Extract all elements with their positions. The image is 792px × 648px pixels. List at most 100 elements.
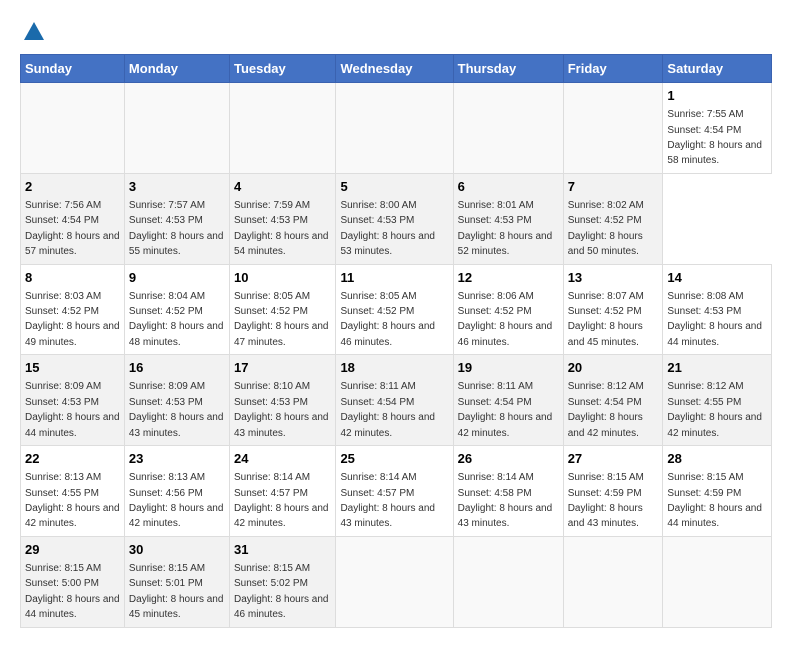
- logo: [20, 20, 46, 44]
- calendar-cell: 20 Sunrise: 8:12 AMSunset: 4:54 PMDaylig…: [563, 355, 663, 446]
- day-number: 23: [129, 450, 225, 468]
- day-number: 25: [340, 450, 448, 468]
- day-info: Sunrise: 8:13 AMSunset: 4:56 PMDaylight:…: [129, 472, 224, 529]
- col-wednesday: Wednesday: [336, 55, 453, 83]
- calendar-cell: 26 Sunrise: 8:14 AMSunset: 4:58 PMDaylig…: [453, 446, 563, 537]
- calendar-cell: [563, 536, 663, 627]
- header-row: Sunday Monday Tuesday Wednesday Thursday…: [21, 55, 772, 83]
- calendar-cell: 4 Sunrise: 7:59 AMSunset: 4:53 PMDayligh…: [229, 173, 335, 264]
- calendar-cell: 15 Sunrise: 8:09 AMSunset: 4:53 PMDaylig…: [21, 355, 125, 446]
- calendar-cell: 30 Sunrise: 8:15 AMSunset: 5:01 PMDaylig…: [124, 536, 229, 627]
- calendar-cell: 8 Sunrise: 8:03 AMSunset: 4:52 PMDayligh…: [21, 264, 125, 355]
- day-info: Sunrise: 8:14 AMSunset: 4:57 PMDaylight:…: [234, 472, 329, 529]
- calendar-week-6: 29 Sunrise: 8:15 AMSunset: 5:00 PMDaylig…: [21, 536, 772, 627]
- day-info: Sunrise: 8:13 AMSunset: 4:55 PMDaylight:…: [25, 472, 120, 529]
- day-number: 21: [667, 359, 767, 377]
- logo-icon: [22, 20, 46, 44]
- day-number: 1: [667, 87, 767, 105]
- day-info: Sunrise: 7:55 AMSunset: 4:54 PMDaylight:…: [667, 109, 762, 166]
- day-info: Sunrise: 8:07 AMSunset: 4:52 PMDaylight:…: [568, 291, 644, 348]
- day-number: 27: [568, 450, 659, 468]
- calendar-cell: [563, 83, 663, 174]
- day-number: 9: [129, 269, 225, 287]
- calendar-cell: 17 Sunrise: 8:10 AMSunset: 4:53 PMDaylig…: [229, 355, 335, 446]
- calendar-cell: 3 Sunrise: 7:57 AMSunset: 4:53 PMDayligh…: [124, 173, 229, 264]
- calendar-cell: [453, 536, 563, 627]
- calendar-cell: 9 Sunrise: 8:04 AMSunset: 4:52 PMDayligh…: [124, 264, 229, 355]
- calendar-cell: 22 Sunrise: 8:13 AMSunset: 4:55 PMDaylig…: [21, 446, 125, 537]
- col-monday: Monday: [124, 55, 229, 83]
- calendar-cell: [229, 83, 335, 174]
- day-number: 5: [340, 178, 448, 196]
- page-header: [20, 20, 772, 44]
- day-number: 3: [129, 178, 225, 196]
- day-info: Sunrise: 8:05 AMSunset: 4:52 PMDaylight:…: [340, 291, 435, 348]
- calendar-cell: 5 Sunrise: 8:00 AMSunset: 4:53 PMDayligh…: [336, 173, 453, 264]
- calendar-cell: 29 Sunrise: 8:15 AMSunset: 5:00 PMDaylig…: [21, 536, 125, 627]
- calendar-cell: 2 Sunrise: 7:56 AMSunset: 4:54 PMDayligh…: [21, 173, 125, 264]
- day-info: Sunrise: 8:15 AMSunset: 4:59 PMDaylight:…: [667, 472, 762, 529]
- day-info: Sunrise: 8:11 AMSunset: 4:54 PMDaylight:…: [458, 381, 553, 438]
- calendar-cell: 23 Sunrise: 8:13 AMSunset: 4:56 PMDaylig…: [124, 446, 229, 537]
- col-thursday: Thursday: [453, 55, 563, 83]
- day-info: Sunrise: 8:00 AMSunset: 4:53 PMDaylight:…: [340, 200, 435, 257]
- calendar-cell: 13 Sunrise: 8:07 AMSunset: 4:52 PMDaylig…: [563, 264, 663, 355]
- calendar-cell: 6 Sunrise: 8:01 AMSunset: 4:53 PMDayligh…: [453, 173, 563, 264]
- day-info: Sunrise: 8:12 AMSunset: 4:54 PMDaylight:…: [568, 381, 644, 438]
- calendar-cell: [453, 83, 563, 174]
- calendar-cell: 25 Sunrise: 8:14 AMSunset: 4:57 PMDaylig…: [336, 446, 453, 537]
- day-info: Sunrise: 8:02 AMSunset: 4:52 PMDaylight:…: [568, 200, 644, 257]
- day-info: Sunrise: 8:15 AMSunset: 4:59 PMDaylight:…: [568, 472, 644, 529]
- day-info: Sunrise: 8:09 AMSunset: 4:53 PMDaylight:…: [129, 381, 224, 438]
- calendar-cell: [21, 83, 125, 174]
- day-info: Sunrise: 8:10 AMSunset: 4:53 PMDaylight:…: [234, 381, 329, 438]
- calendar-cell: [124, 83, 229, 174]
- day-info: Sunrise: 8:12 AMSunset: 4:55 PMDaylight:…: [667, 381, 762, 438]
- day-number: 8: [25, 269, 120, 287]
- day-number: 18: [340, 359, 448, 377]
- day-info: Sunrise: 8:09 AMSunset: 4:53 PMDaylight:…: [25, 381, 120, 438]
- calendar-cell: [336, 83, 453, 174]
- calendar-cell: 24 Sunrise: 8:14 AMSunset: 4:57 PMDaylig…: [229, 446, 335, 537]
- day-info: Sunrise: 8:04 AMSunset: 4:52 PMDaylight:…: [129, 291, 224, 348]
- day-number: 6: [458, 178, 559, 196]
- col-sunday: Sunday: [21, 55, 125, 83]
- col-tuesday: Tuesday: [229, 55, 335, 83]
- col-friday: Friday: [563, 55, 663, 83]
- day-info: Sunrise: 8:03 AMSunset: 4:52 PMDaylight:…: [25, 291, 120, 348]
- day-number: 15: [25, 359, 120, 377]
- calendar-cell: 12 Sunrise: 8:06 AMSunset: 4:52 PMDaylig…: [453, 264, 563, 355]
- day-number: 22: [25, 450, 120, 468]
- day-number: 16: [129, 359, 225, 377]
- calendar-cell: [336, 536, 453, 627]
- calendar-week-1: 1 Sunrise: 7:55 AMSunset: 4:54 PMDayligh…: [21, 83, 772, 174]
- day-number: 14: [667, 269, 767, 287]
- day-number: 26: [458, 450, 559, 468]
- calendar-cell: 14 Sunrise: 8:08 AMSunset: 4:53 PMDaylig…: [663, 264, 772, 355]
- col-saturday: Saturday: [663, 55, 772, 83]
- calendar-cell: 7 Sunrise: 8:02 AMSunset: 4:52 PMDayligh…: [563, 173, 663, 264]
- calendar-cell: 11 Sunrise: 8:05 AMSunset: 4:52 PMDaylig…: [336, 264, 453, 355]
- calendar-cell: 19 Sunrise: 8:11 AMSunset: 4:54 PMDaylig…: [453, 355, 563, 446]
- day-number: 24: [234, 450, 331, 468]
- day-number: 20: [568, 359, 659, 377]
- day-number: 31: [234, 541, 331, 559]
- day-info: Sunrise: 8:14 AMSunset: 4:57 PMDaylight:…: [340, 472, 435, 529]
- day-info: Sunrise: 7:59 AMSunset: 4:53 PMDaylight:…: [234, 200, 329, 257]
- day-number: 2: [25, 178, 120, 196]
- day-info: Sunrise: 8:14 AMSunset: 4:58 PMDaylight:…: [458, 472, 553, 529]
- day-info: Sunrise: 7:56 AMSunset: 4:54 PMDaylight:…: [25, 200, 120, 257]
- calendar-week-4: 15 Sunrise: 8:09 AMSunset: 4:53 PMDaylig…: [21, 355, 772, 446]
- day-info: Sunrise: 8:06 AMSunset: 4:52 PMDaylight:…: [458, 291, 553, 348]
- day-info: Sunrise: 8:08 AMSunset: 4:53 PMDaylight:…: [667, 291, 762, 348]
- day-number: 13: [568, 269, 659, 287]
- calendar-body: 1 Sunrise: 7:55 AMSunset: 4:54 PMDayligh…: [21, 83, 772, 628]
- day-info: Sunrise: 8:11 AMSunset: 4:54 PMDaylight:…: [340, 381, 435, 438]
- calendar-table: Sunday Monday Tuesday Wednesday Thursday…: [20, 54, 772, 628]
- calendar-week-3: 8 Sunrise: 8:03 AMSunset: 4:52 PMDayligh…: [21, 264, 772, 355]
- day-number: 12: [458, 269, 559, 287]
- calendar-cell: 1 Sunrise: 7:55 AMSunset: 4:54 PMDayligh…: [663, 83, 772, 174]
- calendar-header: Sunday Monday Tuesday Wednesday Thursday…: [21, 55, 772, 83]
- day-number: 7: [568, 178, 659, 196]
- calendar-cell: 10 Sunrise: 8:05 AMSunset: 4:52 PMDaylig…: [229, 264, 335, 355]
